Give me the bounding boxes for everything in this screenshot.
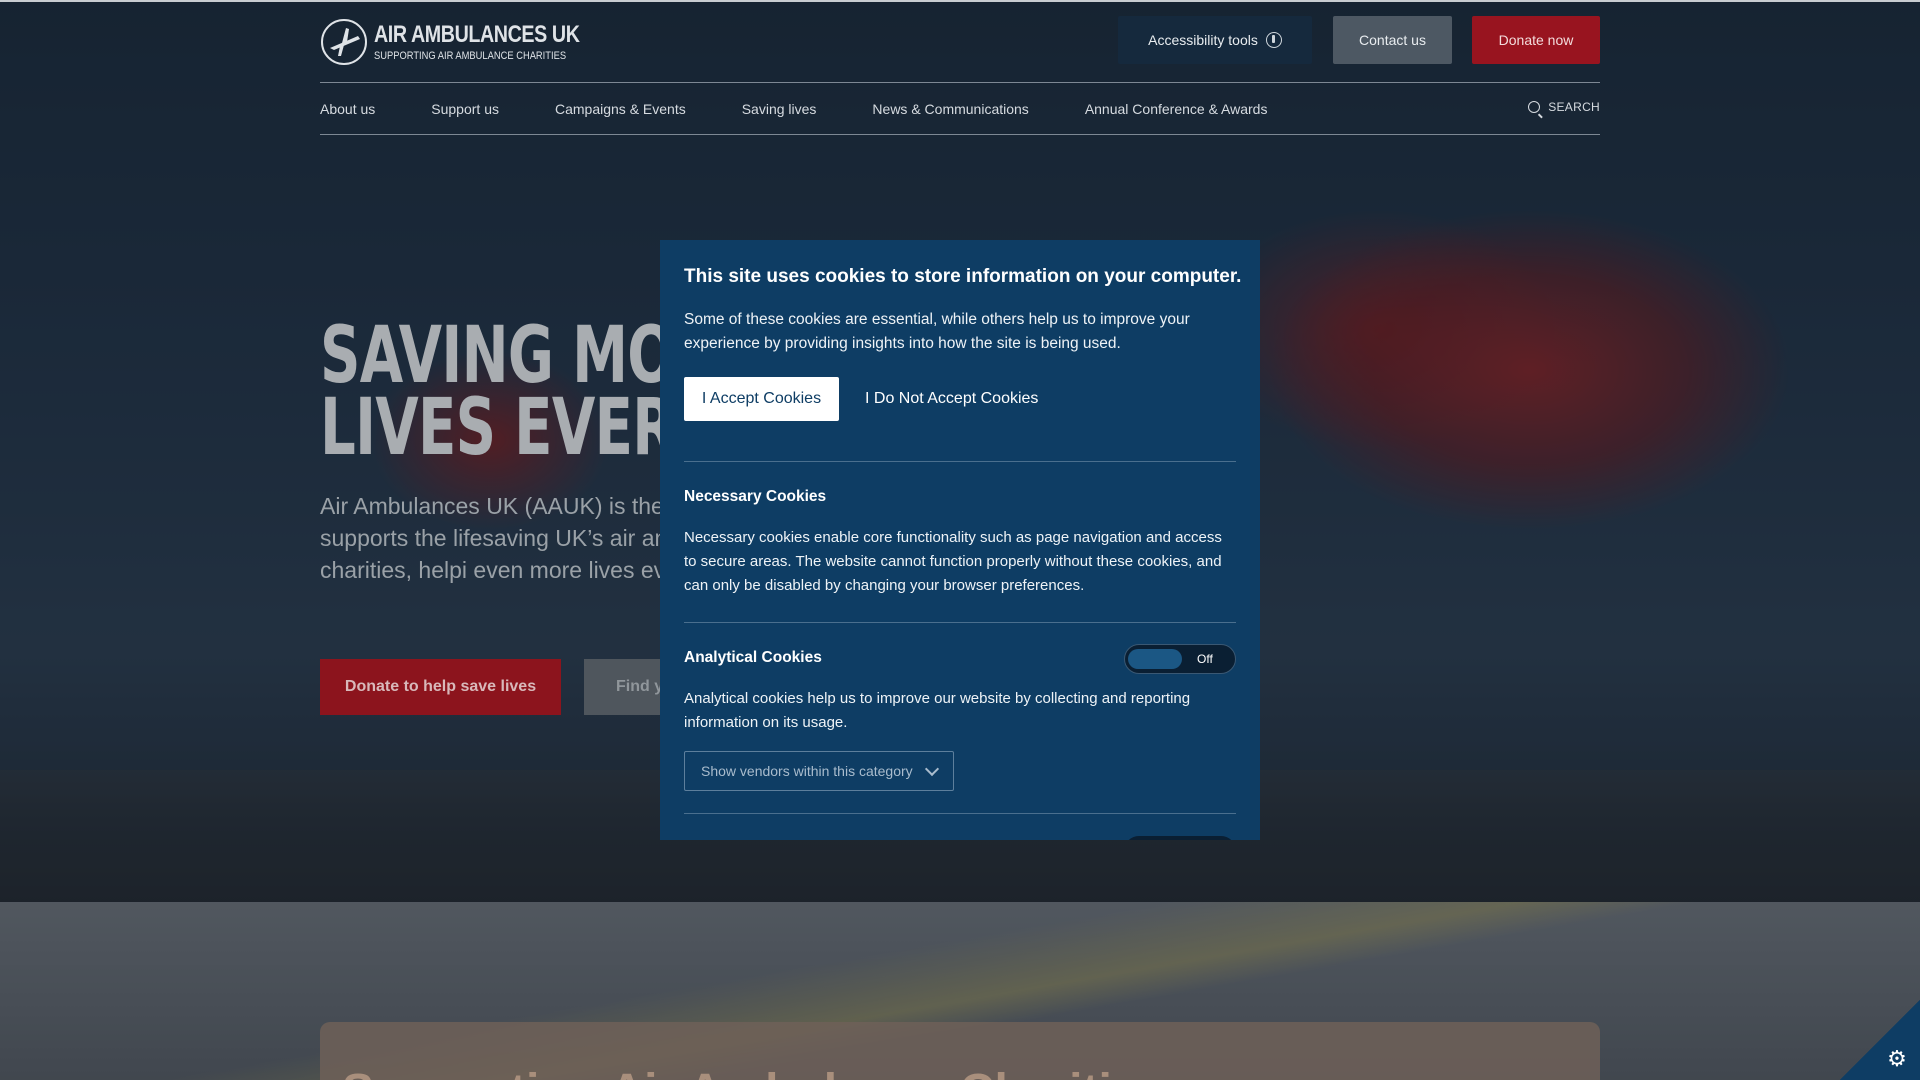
analytical-cookies-heading: Analytical Cookies <box>684 649 822 666</box>
hero-description: Air Ambulances UK (AAUK) is the charity … <box>320 493 660 583</box>
cookie-title: This site uses cookies to store informat… <box>684 266 1242 287</box>
chevron-down-icon <box>924 761 939 776</box>
search-icon <box>1528 101 1541 113</box>
nav-item-campaigns-events[interactable]: Campaigns & Events <box>555 101 686 117</box>
logo-subtitle: SUPPORTING AIR AMBULANCE CHARITIES <box>374 49 567 62</box>
accessibility-tools-button[interactable]: Accessibility tools <box>1118 16 1312 64</box>
nav-item-support-us[interactable]: Support us <box>431 101 499 117</box>
card-title: Supporting Air Ambulance Charities <box>342 1064 1165 1080</box>
show-vendors-label: Show vendors within this category <box>701 763 913 779</box>
aircraft-logo-icon <box>321 19 367 65</box>
main-nav: About us Support us Campaigns & Events S… <box>320 100 1600 118</box>
toggle-knob <box>1128 649 1182 669</box>
analytical-cookies-text: Analytical cookies help us to improve ou… <box>684 690 1191 731</box>
accept-cookies-button[interactable]: I Accept Cookies <box>684 377 839 421</box>
logo-title: AIR AMBULANCES UK <box>374 20 580 48</box>
hero-title: SAVING MORE LIVES EVERY D <box>320 320 660 464</box>
cookie-intro: Some of these cookies are essential, whi… <box>684 311 1190 352</box>
nav-item-about-us[interactable]: About us <box>320 101 375 117</box>
analytical-cookies-toggle[interactable]: Off <box>1124 644 1236 674</box>
accessibility-icon <box>1265 32 1282 48</box>
nav-item-news-communications[interactable]: News & Communications <box>872 101 1028 117</box>
hero-description-clip: Air Ambulances UK (AAUK) is the charity … <box>320 490 660 620</box>
accessibility-tools-label: Accessibility tools <box>1148 32 1258 48</box>
header-divider <box>320 82 1600 83</box>
nav-item-saving-lives[interactable]: Saving lives <box>742 101 817 117</box>
find-button[interactable]: Find y <box>584 659 660 715</box>
site-logo[interactable]: AIR AMBULANCES UK SUPPORTING AIR AMBULAN… <box>320 18 625 66</box>
donate-to-save-lives-button[interactable]: Donate to help save lives <box>320 659 561 715</box>
toggle-state-label: Off <box>1197 652 1213 666</box>
necessary-cookies-text: Necessary cookies enable core functional… <box>684 529 1222 594</box>
cookie-divider <box>684 813 1236 814</box>
donate-now-button[interactable]: Donate now <box>1472 16 1600 64</box>
gear-icon: ⚙ <box>1887 1046 1907 1071</box>
cookie-divider <box>684 461 1236 462</box>
search-label: SEARCH <box>1548 100 1600 114</box>
reject-cookies-button[interactable]: I Do Not Accept Cookies <box>865 390 1038 408</box>
top-border <box>0 0 1920 2</box>
nav-divider <box>320 134 1600 135</box>
necessary-cookies-heading: Necessary Cookies <box>684 488 827 505</box>
hero-title-clip: SAVING MORE LIVES EVERY D <box>320 320 660 480</box>
nav-item-annual-conference-awards[interactable]: Annual Conference & Awards <box>1085 101 1268 117</box>
supporting-charities-card: Supporting Air Ambulance Charities <box>320 1022 1600 1080</box>
contact-us-button[interactable]: Contact us <box>1333 16 1452 64</box>
show-vendors-dropdown[interactable]: Show vendors within this category <box>684 751 954 791</box>
cookie-consent-dialog: This site uses cookies to store informat… <box>660 240 1260 840</box>
next-category-toggle[interactable] <box>1124 836 1236 840</box>
cookie-divider <box>684 622 1236 623</box>
search-button[interactable]: SEARCH <box>1528 100 1600 114</box>
cookie-settings-button[interactable]: ⚙ <box>1840 1000 1920 1080</box>
